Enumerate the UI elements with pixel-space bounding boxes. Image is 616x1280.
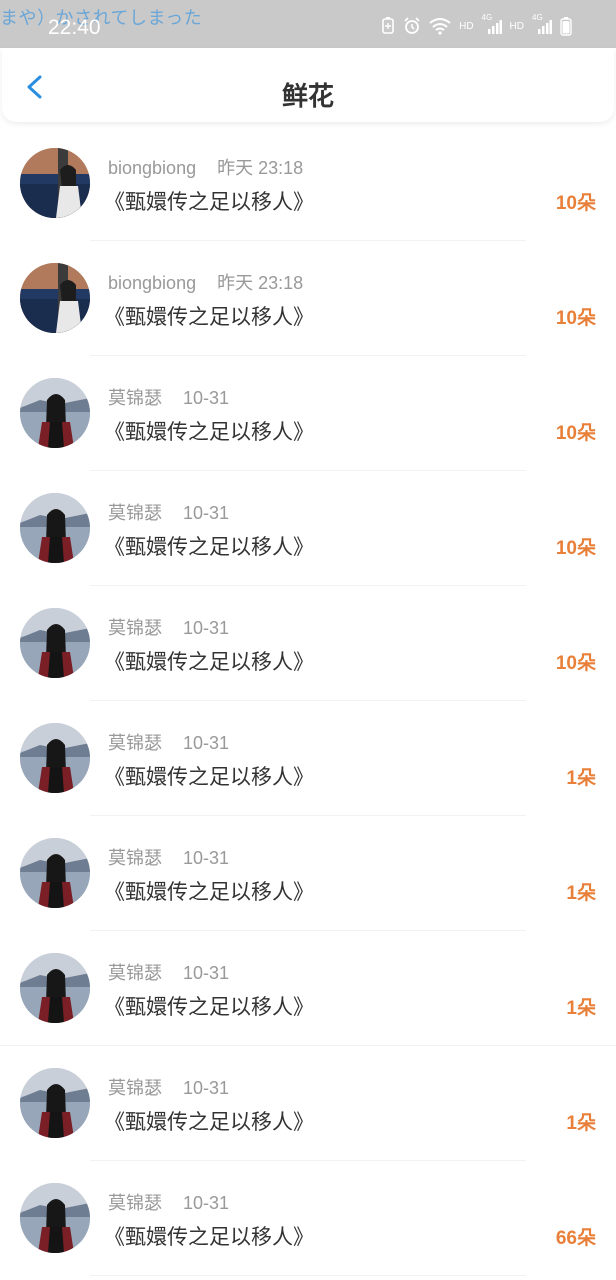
book-title: 《甄嬛传之足以移人》 (104, 420, 314, 444)
avatar[interactable] (20, 723, 90, 793)
flower-list: biongbiong 昨天 23:18 《甄嬛传之足以移人》 10朵 biong… (0, 126, 616, 1276)
user-name[interactable]: biongbiong (108, 273, 196, 293)
hd-indicator-1: HD (459, 20, 474, 32)
signal-group-1: 4G (482, 13, 502, 35)
item-meta: biongbiong 昨天 23:18 (108, 269, 303, 295)
item-time: 10-31 (183, 388, 230, 408)
list-item[interactable]: 莫锦瑟 10-31 《甄嬛传之足以移人》 66朵 (0, 1161, 616, 1276)
book-title: 《甄嬛传之足以移人》 (104, 995, 314, 1019)
hd-indicator-2: HD (509, 20, 524, 32)
item-time: 10-31 (183, 503, 230, 523)
item-time: 昨天 23:18 (217, 273, 304, 293)
status-clock: 22:40 (48, 16, 101, 39)
item-meta: 莫锦瑟 10-31 (108, 844, 229, 870)
list-item[interactable]: 莫锦瑟 10-31 《甄嬛传之足以移人》 10朵 (0, 471, 616, 586)
flower-count: 10朵 (555, 423, 596, 444)
battery-saver-icon (382, 17, 394, 34)
flower-count: 10朵 (555, 653, 596, 674)
item-time: 10-31 (183, 848, 230, 868)
user-name[interactable]: 莫锦瑟 (108, 503, 162, 523)
flower-count: 10朵 (555, 538, 596, 559)
book-title: 《甄嬛传之足以移人》 (104, 880, 314, 904)
user-name[interactable]: 莫锦瑟 (108, 618, 162, 638)
book-title: 《甄嬛传之足以移人》 (104, 305, 314, 329)
user-name[interactable]: 莫锦瑟 (108, 1193, 162, 1213)
avatar[interactable] (20, 1068, 90, 1138)
list-item[interactable]: 莫锦瑟 10-31 《甄嬛传之足以移人》 10朵 (0, 586, 616, 701)
list-item[interactable]: biongbiong 昨天 23:18 《甄嬛传之足以移人》 10朵 (0, 241, 616, 356)
status-ticker: まや）かされてしまった (0, 8, 203, 29)
book-title: 《甄嬛传之足以移人》 (104, 1225, 314, 1249)
user-name[interactable]: 莫锦瑟 (108, 963, 162, 983)
item-time: 10-31 (183, 1078, 230, 1098)
item-meta: 莫锦瑟 10-31 (108, 614, 229, 640)
flower-count: 1朵 (566, 768, 596, 789)
avatar[interactable] (20, 953, 90, 1023)
flower-count: 1朵 (566, 883, 596, 904)
item-time: 10-31 (183, 1193, 230, 1213)
divider (90, 1275, 526, 1276)
flower-count: 66朵 (555, 1228, 596, 1249)
book-title: 《甄嬛传之足以移人》 (104, 650, 314, 674)
avatar[interactable] (20, 263, 90, 333)
avatar[interactable] (20, 148, 90, 218)
list-item[interactable]: 莫锦瑟 10-31 《甄嬛传之足以移人》 10朵 (0, 356, 616, 471)
flower-count: 10朵 (555, 193, 596, 214)
list-item[interactable]: 莫锦瑟 10-31 《甄嬛传之足以移人》 1朵 (0, 701, 616, 816)
book-title: 《甄嬛传之足以移人》 (104, 1110, 314, 1134)
item-meta: 莫锦瑟 10-31 (108, 729, 229, 755)
list-item[interactable]: 莫锦瑟 10-31 《甄嬛传之足以移人》 1朵 (0, 1046, 616, 1161)
user-name[interactable]: biongbiong (108, 158, 196, 178)
wifi-icon (429, 18, 451, 35)
item-meta: 莫锦瑟 10-31 (108, 1074, 229, 1100)
status-bar: まや）かされてしまった 22:40 HD 4G HD 4G (0, 0, 616, 48)
alarm-icon (404, 17, 420, 34)
page-header: 鲜花 (2, 48, 614, 122)
item-time: 10-31 (183, 963, 230, 983)
user-name[interactable]: 莫锦瑟 (108, 733, 162, 753)
list-item[interactable]: 莫锦瑟 10-31 《甄嬛传之足以移人》 1朵 (0, 816, 616, 931)
signal-icon (538, 20, 552, 34)
item-time: 昨天 23:18 (217, 158, 304, 178)
battery-icon (560, 17, 572, 36)
book-title: 《甄嬛传之足以移人》 (104, 535, 314, 559)
user-name[interactable]: 莫锦瑟 (108, 1078, 162, 1098)
item-time: 10-31 (183, 733, 230, 753)
avatar[interactable] (20, 1183, 90, 1253)
item-time: 10-31 (183, 618, 230, 638)
avatar[interactable] (20, 378, 90, 448)
book-title: 《甄嬛传之足以移人》 (104, 765, 314, 789)
signal-icon (487, 20, 502, 34)
flower-count: 1朵 (566, 1113, 596, 1134)
avatar[interactable] (20, 838, 90, 908)
avatar[interactable] (20, 493, 90, 563)
item-meta: 莫锦瑟 10-31 (108, 959, 229, 985)
book-title: 《甄嬛传之足以移人》 (104, 190, 314, 214)
user-name[interactable]: 莫锦瑟 (108, 388, 162, 408)
item-meta: 莫锦瑟 10-31 (108, 1189, 229, 1215)
status-icons: HD 4G HD 4G (381, 13, 572, 36)
item-meta: 莫锦瑟 10-31 (108, 384, 229, 410)
user-name[interactable]: 莫锦瑟 (108, 848, 162, 868)
avatar[interactable] (20, 608, 90, 678)
item-meta: 莫锦瑟 10-31 (108, 499, 229, 525)
item-meta: biongbiong 昨天 23:18 (108, 154, 303, 180)
flower-count: 1朵 (566, 998, 596, 1019)
list-item[interactable]: 莫锦瑟 10-31 《甄嬛传之足以移人》 1朵 (0, 931, 616, 1046)
page-title: 鲜花 (281, 82, 334, 112)
list-item[interactable]: biongbiong 昨天 23:18 《甄嬛传之足以移人》 10朵 (0, 126, 616, 241)
flower-count: 10朵 (555, 308, 596, 329)
signal-group-2: 4G (532, 13, 552, 35)
